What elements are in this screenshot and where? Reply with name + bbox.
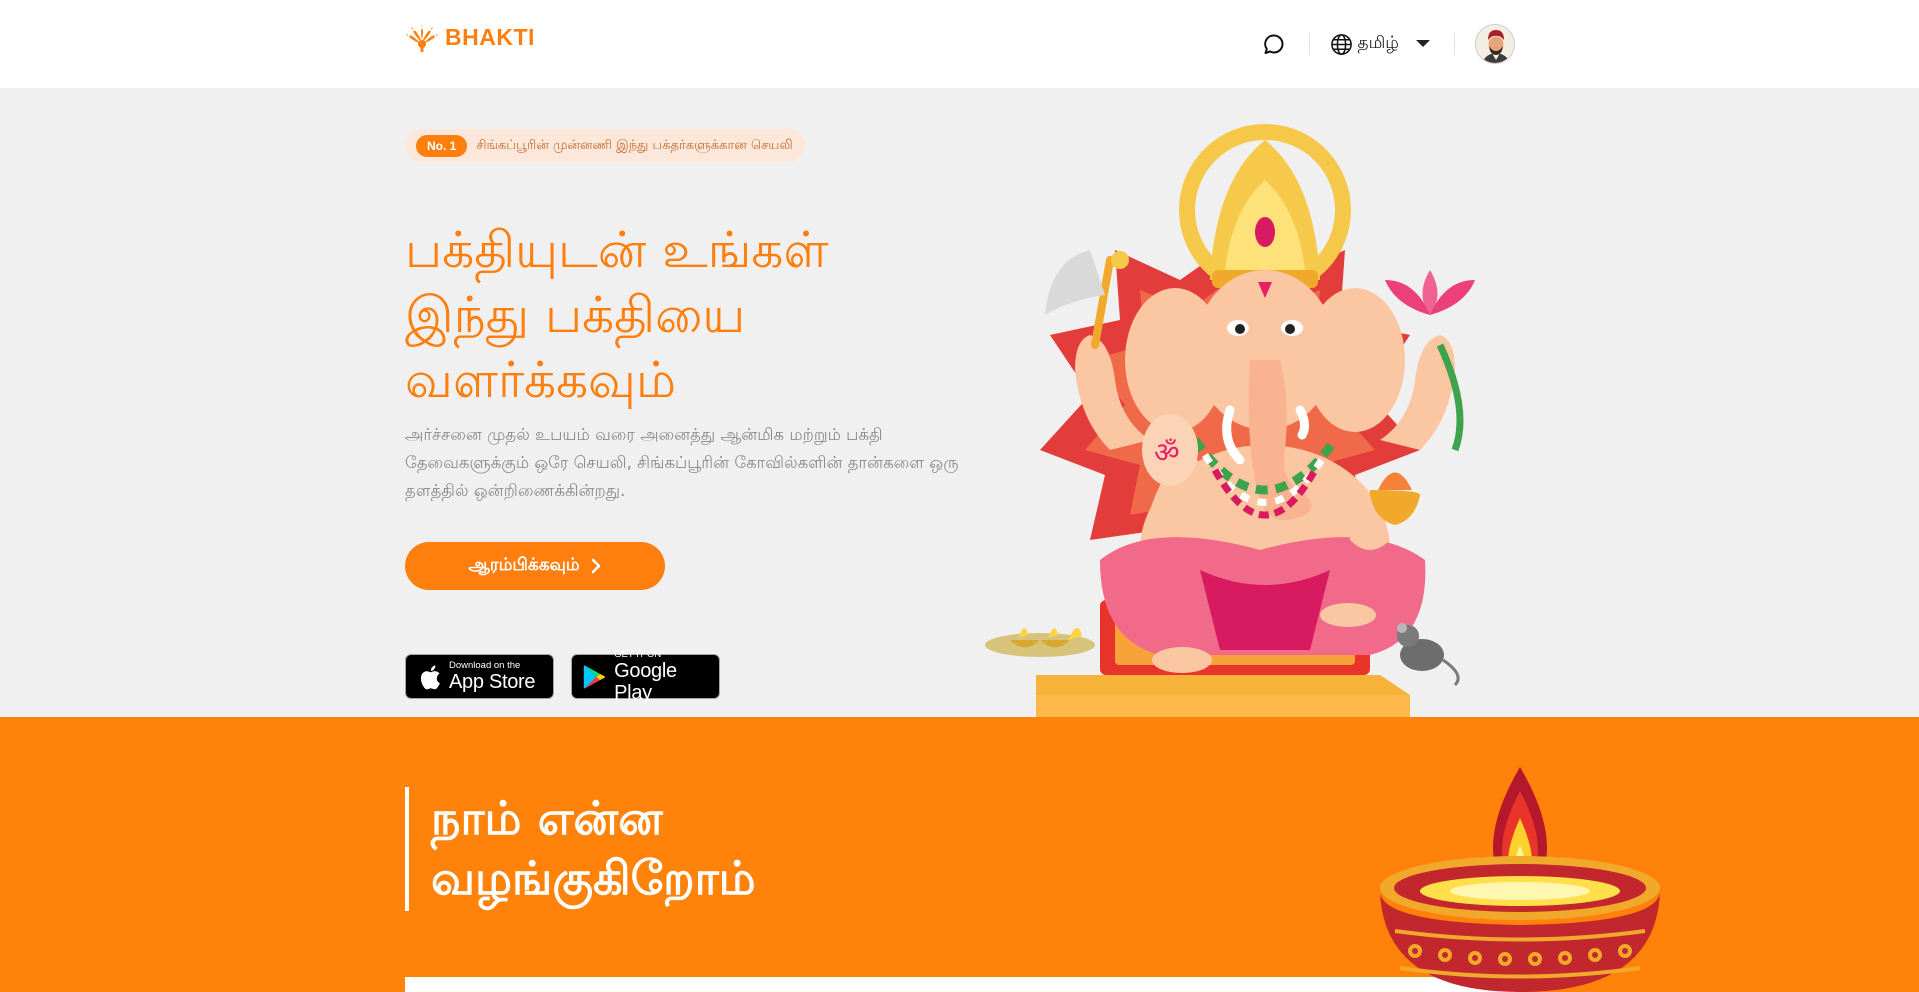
diya-lamp-illustration (1380, 767, 1660, 992)
hero-title-line: பக்தியுடன் உங்கள் (405, 221, 829, 279)
logo-text: BHAKTI (445, 23, 535, 50)
app-store-text: Download on the App Store (449, 659, 536, 693)
ganesha-illustration: ॐ (985, 124, 1475, 717)
hero-description: அர்ச்சனை முதல் உபயம் வரை அனைத்து ஆன்மிக … (405, 425, 959, 500)
globe-icon (1330, 33, 1352, 55)
hero-title-line: வளர்க்கவும் (405, 351, 677, 409)
header-divider (1454, 33, 1455, 55)
app-store-badge[interactable]: Download on the App Store (405, 654, 554, 699)
google-play-big-text: Google Play (614, 659, 677, 704)
get-started-label: ஆரம்பிக்கவும் (468, 555, 580, 575)
hero-title: பக்தியுடன் உங்கள் இந்து பக்தியை வளர்க்கவ… (405, 218, 945, 413)
get-started-button[interactable]: ஆரம்பிக்கவும் (405, 542, 665, 590)
google-play-text: GET IT ON Google Play (614, 648, 709, 704)
google-play-small-text: GET IT ON (614, 648, 662, 660)
google-play-icon (583, 664, 606, 689)
section-title: நாம் என்ன வழங்குகிறோம் (431, 788, 931, 908)
ranking-badge: No. 1 சிங்கப்பூரின் முன்னணி இந்து பக்தர்… (405, 129, 805, 162)
app-store-big-text: App Store (449, 670, 536, 693)
chat-icon (1263, 34, 1283, 54)
offer-card (405, 977, 1515, 992)
peacock-logo-icon (406, 25, 438, 52)
section-title-accent-bar (405, 787, 409, 911)
header-actions: தமிழ் (1259, 24, 1515, 64)
badge-pill: No. 1 (416, 134, 468, 157)
badge-text: சிங்கப்பூரின் முன்னணி இந்து பக்தர்களுக்க… (476, 137, 793, 153)
section-title-line: வழங்குகிறோம் (431, 851, 756, 905)
header-divider (1308, 33, 1310, 55)
language-selector[interactable]: தமிழ் (1330, 33, 1435, 56)
section-title-line: நாம் என்ன (431, 791, 663, 845)
chat-button[interactable] (1259, 29, 1289, 59)
caret-down-icon (1416, 40, 1430, 47)
language-label: தமிழ் (1357, 33, 1400, 53)
avatar-icon (1476, 25, 1514, 63)
svg-text:ॐ: ॐ (1154, 436, 1180, 469)
chevron-right-icon (591, 558, 600, 574)
hero-title-line: இந்து பக்தியை (405, 286, 746, 344)
app-store-small-text: Download on the (449, 659, 521, 671)
apple-icon (420, 665, 440, 689)
google-play-badge[interactable]: GET IT ON Google Play (571, 649, 720, 704)
user-avatar[interactable] (1475, 24, 1515, 64)
top-header: BHAKTI தமிழ் (0, 0, 1919, 88)
bhakti-logo[interactable]: BHAKTI (405, 22, 535, 52)
